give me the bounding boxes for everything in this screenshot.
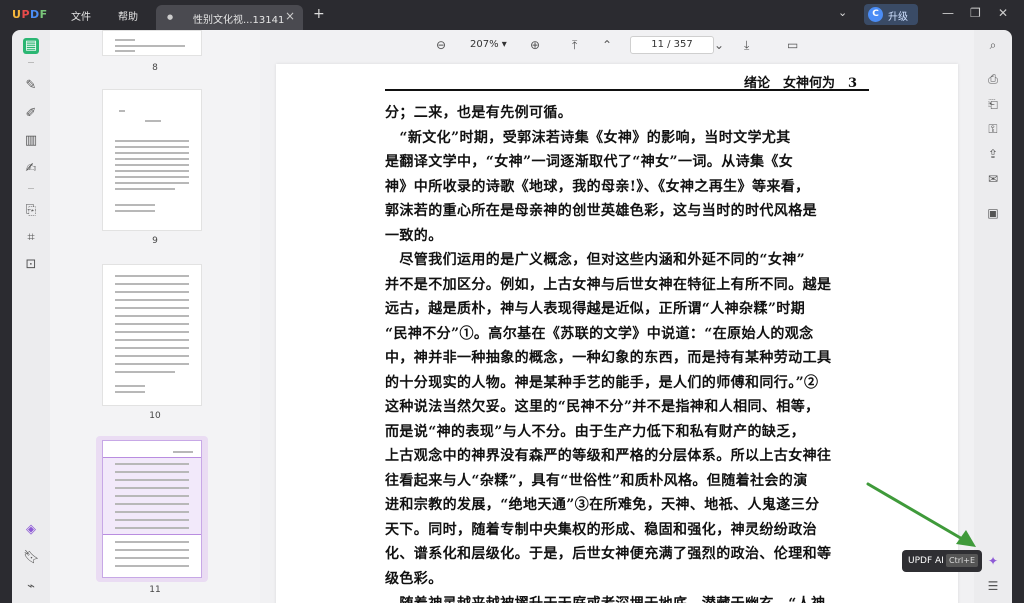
thumbnail-label: 9 <box>152 236 158 246</box>
tooltip-label: UPDF AI <box>908 556 944 566</box>
print-icon[interactable]: ⎙ <box>986 72 1000 86</box>
text-line: 上古观念中的神界没有森严的等级和严格的分层体系。所以上古女神往 <box>385 448 832 464</box>
layers-icon[interactable]: ◈ <box>23 522 39 538</box>
close-tab-icon[interactable]: × <box>285 9 295 23</box>
text-line: 中，神并非一种抽象的概念，一种幻象的东西，而是持有某种劳动工具 <box>385 350 832 366</box>
avatar: C <box>868 7 883 22</box>
tab-indicator-icon: ● <box>167 13 174 21</box>
thumbnail-panel: 8 9 10 11 <box>50 30 260 603</box>
text-line: 并不是不加区分。例如，上古女神与后世女神在特征上有所不同。越是 <box>385 277 832 293</box>
page-organize-icon[interactable]: ▥ <box>23 133 39 149</box>
upgrade-button[interactable]: C 升级 <box>864 4 918 25</box>
annotation-arrow <box>866 482 976 547</box>
text-line: 进和宗教的发展，“绝地天通”③在所难免，天神、地祇、人鬼遂三分 <box>385 497 820 513</box>
zoom-in-icon[interactable]: ⊕ <box>530 38 540 52</box>
text-line: 神》中所收录的诗歌《地球，我的母亲!》、《女神之再生》等来看， <box>385 179 810 195</box>
save-as-icon[interactable]: ⎗ <box>986 97 1000 111</box>
edit-icon[interactable]: ✐ <box>23 106 39 122</box>
updf-ai-tooltip: UPDF AI Ctrl+E <box>902 550 982 572</box>
text-line: “民神不分”①。高尔基在《苏联的文学》中说道：“在原始人的观念 <box>385 326 814 342</box>
thumbnail-page-10[interactable] <box>102 264 202 406</box>
text-line: 是翻译文学中，“女神”一词逐渐取代了“神女”一词。从诗集《女 <box>385 154 794 170</box>
restore-icon[interactable]: ❐ <box>970 6 981 20</box>
first-page-icon[interactable]: ⤒ <box>572 38 577 53</box>
minimize-icon[interactable]: — <box>942 6 954 20</box>
text-line: 天下。同时，随着专制中央集权的形成、稳固和强化，神灵纷纷政治 <box>385 522 817 538</box>
form-icon[interactable]: ✍ <box>23 161 39 177</box>
rail-divider <box>28 62 34 63</box>
pdf-page: 绪论 女神何为 3 分；二来，也是有先例可循。 “新文化”时期，受郭沫若诗集《女… <box>276 64 958 603</box>
view-toolbar: ⊖ 207% ▾ ⊕ ⤒ ⌃ 11 / 357 ⌄ ⤓ ▭ <box>260 30 974 60</box>
zoom-level[interactable]: 207% ▾ <box>470 39 507 50</box>
email-icon[interactable]: ✉ <box>986 172 1000 186</box>
menu-file[interactable]: 文件 <box>71 8 91 23</box>
text-line: 一致的。 <box>385 228 443 244</box>
attachment-icon[interactable]: ⌁ <box>23 579 39 595</box>
header-rule <box>385 89 869 91</box>
bookmark-icon[interactable]: 🔖︎ <box>23 550 40 566</box>
zoom-value: 207% <box>470 39 499 50</box>
window-close-icon[interactable]: ✕ <box>998 6 1008 20</box>
app-logo: UPDF <box>12 8 48 21</box>
rail-divider <box>28 188 34 189</box>
thumbnail-label: 11 <box>149 585 161 595</box>
crop-icon[interactable]: ⌗ <box>23 230 39 246</box>
left-tool-rail: ▤ ✎ ✐ ▥ ✍ ⎘ ⌗ ⊡ ◈ 🔖︎ ⌁ <box>12 30 50 603</box>
text-line: 往看起来与人“杂糅”，具有“世俗性”和质朴风格。但随着社会的演 <box>385 473 808 489</box>
previous-page-icon[interactable]: ⌃ <box>602 38 612 52</box>
ocr-icon[interactable]: ⊡ <box>23 257 39 273</box>
protect-icon[interactable]: ⚿ <box>986 122 1000 136</box>
text-line: 化、谱系化和层级化。于是，后世女神便充满了强烈的政治、伦理和等 <box>385 546 832 562</box>
upgrade-label: 升级 <box>888 12 908 23</box>
reader-icon[interactable]: ▤ <box>23 38 39 54</box>
search-icon[interactable]: ⌕ <box>986 38 1000 52</box>
next-page-icon[interactable]: ⌄ <box>714 38 724 52</box>
save-icon[interactable]: ▣ <box>986 206 1000 220</box>
text-line: “新文化”时期，受郭沫若诗集《女神》的影响，当时文学尤其 <box>385 130 791 146</box>
presentation-icon[interactable]: ▭ <box>787 38 798 52</box>
thumbnail-page-11[interactable] <box>102 440 202 578</box>
updf-ai-icon[interactable]: ✦ <box>986 554 1000 568</box>
thumbnail-label: 8 <box>152 63 158 73</box>
text-line: 远古，越是质朴，神与人表现得越是近似，正所谓“人神杂糅”时期 <box>385 301 806 317</box>
convert-icon[interactable]: ⎘ <box>23 203 39 219</box>
last-page-icon[interactable]: ⤓ <box>744 38 749 53</box>
text-line: 的十分现实的人物。神是某种手艺的能手，是人们的师傅和同行。”② <box>385 375 819 391</box>
page-number-input[interactable]: 11 / 357 <box>630 36 714 54</box>
text-line: 郭沫若的重心所在是母亲神的创世英雄色彩，这与当时的时代风格是 <box>385 203 817 219</box>
text-line: 级色彩。 <box>385 571 443 587</box>
new-tab-icon[interactable]: + <box>313 6 325 22</box>
share-icon[interactable]: ⇪ <box>986 147 1000 161</box>
chevron-down-icon[interactable]: ⌄ <box>838 6 847 19</box>
text-line: 尽管我们运用的是广义概念，但对这些内涵和外延不同的“女神” <box>385 252 806 268</box>
text-line: 这种说法当然欠妥。这里的“民神不分”并不是指神和人相同、相等， <box>385 399 820 415</box>
thumbnail-label: 10 <box>149 411 161 421</box>
thumbnail-page-9[interactable] <box>102 89 202 231</box>
text-line: 而是说“神的表现”与人不分。由于生产力低下和私有财产的缺乏， <box>385 424 806 440</box>
tooltip-shortcut: Ctrl+E <box>946 554 978 567</box>
text-line: 随着神灵越来越被擢升于天庭或者深埋于地底、潜藏于幽玄，“人神 <box>385 593 871 603</box>
menu-help[interactable]: 帮助 <box>118 8 138 23</box>
thumbnail-page-8[interactable] <box>102 30 202 56</box>
tab-title: 性别文化视...13141 <box>193 15 285 26</box>
text-line: 分；二来，也是有先例可循。 <box>385 105 573 121</box>
title-bar: UPDF 文件 帮助 ● 性别文化视...13141 × + ⌄ C 升级 — … <box>0 0 1024 30</box>
comment-icon[interactable]: ✎ <box>23 78 39 94</box>
chat-icon[interactable]: ☰ <box>986 579 1000 593</box>
zoom-out-icon[interactable]: ⊖ <box>436 38 446 52</box>
document-tab[interactable]: ● 性别文化视...13141 × <box>156 5 303 30</box>
